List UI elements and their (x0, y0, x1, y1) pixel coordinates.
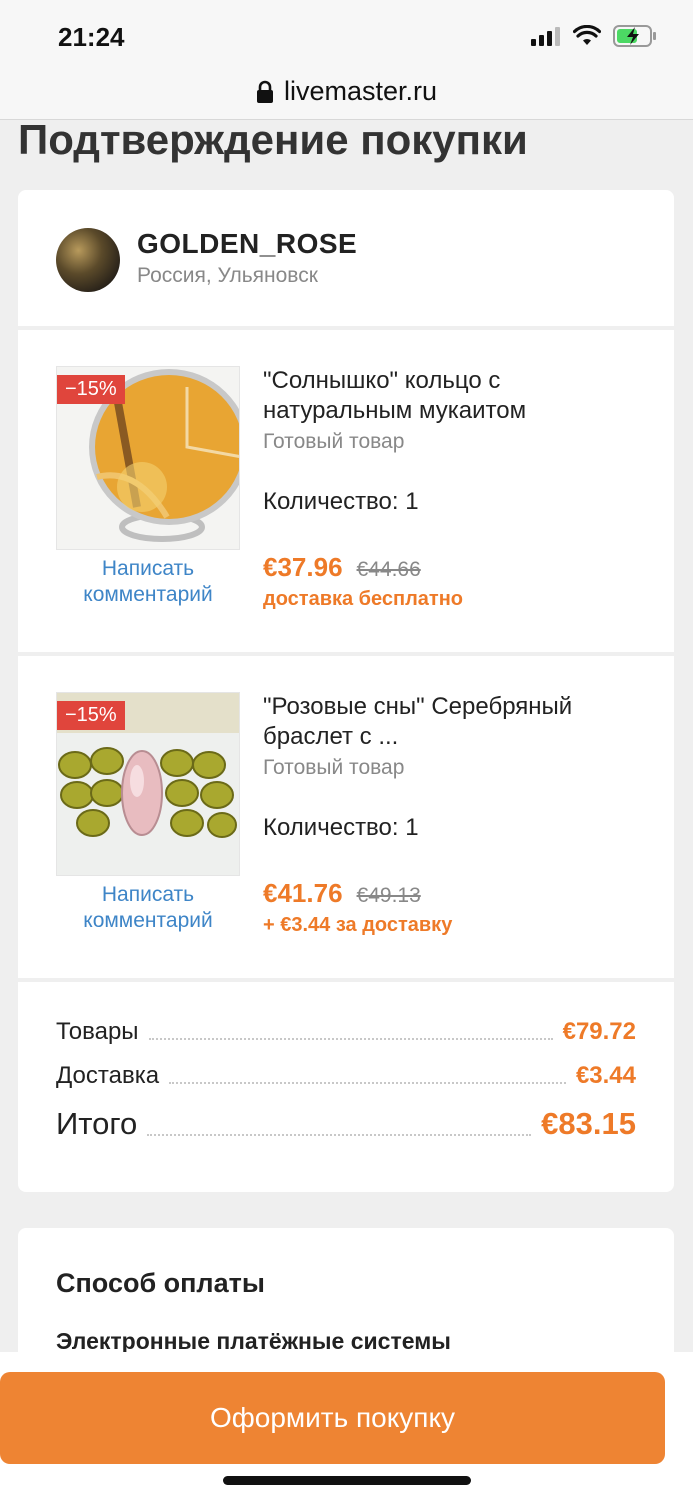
discount-badge: −15% (57, 701, 125, 730)
lock-icon (256, 80, 273, 103)
dotted-leader (148, 1038, 553, 1040)
write-comment-link[interactable]: Написать комментарий (56, 556, 240, 608)
url-bar[interactable]: livemaster.ru (0, 64, 693, 120)
item-image-ring[interactable]: −15% (56, 366, 240, 550)
price-row: €41.76 €49.13 (263, 878, 421, 909)
item-type: Готовый товар (263, 430, 405, 453)
item-price: €41.76 (263, 878, 343, 908)
dotted-leader (169, 1082, 566, 1084)
page-title: Подтверждение покупки (18, 116, 528, 163)
status-icons (531, 24, 657, 48)
order-card: GOLDEN_ROSE Россия, Ульяновск −15% Напис… (18, 190, 674, 1192)
discount-badge: −15% (57, 375, 125, 404)
status-bar: 21:24 (0, 0, 693, 64)
summary-delivery-value: €3.44 (575, 1062, 636, 1089)
battery-charging-icon (613, 25, 656, 47)
summary-total-value: €83.15 (541, 1106, 636, 1141)
summary-goods-value: €79.72 (562, 1018, 636, 1045)
item-old-price: €49.13 (356, 884, 421, 907)
signal-icon (531, 27, 560, 46)
item-title[interactable]: "Розовые сны" Серебряный браслет с ... (263, 692, 653, 752)
item-type: Готовый товар (263, 756, 405, 779)
item-delivery: + €3.44 за доставку (263, 914, 453, 936)
seller-name[interactable]: GOLDEN_ROSE (137, 228, 357, 260)
dotted-leader (147, 1134, 532, 1136)
summary-goods-label: Товары (56, 1018, 139, 1045)
summary-delivery-row: Доставка €3.44 (56, 1062, 636, 1090)
item-image-bracelet[interactable]: −15% (56, 692, 240, 876)
home-indicator (223, 1476, 471, 1485)
wifi-icon (573, 25, 601, 45)
status-time: 21:24 (58, 22, 125, 52)
item-price: €37.96 (263, 552, 343, 582)
payment-title: Способ оплаты (56, 1268, 265, 1298)
summary-total-label: Итого (56, 1106, 138, 1141)
url-text: livemaster.ru (283, 76, 438, 106)
order-item: −15% Написать комментарий "Розовые сны" … (18, 656, 674, 982)
write-comment-link[interactable]: Написать комментарий (56, 882, 240, 934)
order-summary: Товары €79.72 Доставка €3.44 Итого €83.1… (18, 982, 674, 1182)
checkout-button[interactable]: Оформить покупку (0, 1372, 665, 1464)
seller-location: Россия, Ульяновск (137, 264, 318, 287)
price-row: €37.96 €44.66 (263, 552, 421, 583)
order-item: −15% Написать комментарий "Солнышко" кол… (18, 330, 674, 656)
summary-delivery-label: Доставка (56, 1062, 160, 1089)
item-title[interactable]: "Солнышко" кольцо с натуральным мукаитом (263, 366, 653, 426)
summary-goods-row: Товары €79.72 (56, 1018, 636, 1046)
seller-avatar[interactable] (56, 228, 120, 292)
summary-total-row: Итого €83.15 (56, 1106, 636, 1142)
payment-method[interactable]: Электронные платёжные системы (56, 1328, 451, 1355)
item-old-price: €44.66 (356, 558, 421, 581)
item-delivery: доставка бесплатно (263, 588, 464, 610)
seller-row[interactable]: GOLDEN_ROSE Россия, Ульяновск (18, 190, 674, 330)
item-quantity: Количество: 1 (263, 814, 419, 841)
item-quantity: Количество: 1 (263, 488, 419, 515)
